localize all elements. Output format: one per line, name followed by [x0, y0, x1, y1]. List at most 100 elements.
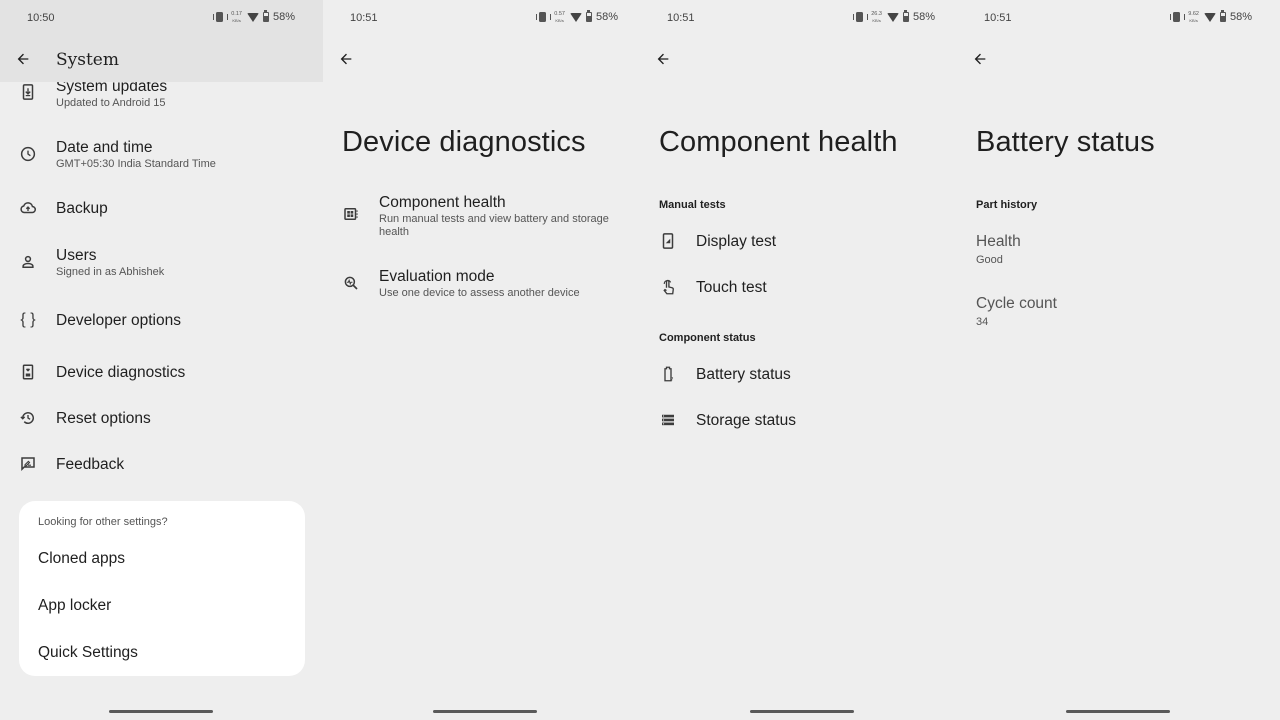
- list-item-system-updates[interactable]: System updates Updated to Android 15: [0, 78, 323, 116]
- status-time: 10:51: [667, 12, 695, 24]
- back-button[interactable]: [12, 48, 34, 70]
- arrow-back-icon: [17, 53, 29, 65]
- status-icons: 26.3 KB/s 58%: [853, 10, 935, 23]
- list-item-date-and-time[interactable]: Date and time GMT+05:30 India Standard T…: [0, 138, 323, 174]
- list-item-title: Device diagnostics: [56, 364, 186, 381]
- battery-icon: [262, 10, 269, 22]
- list-item-title: Battery status: [696, 366, 791, 383]
- list-item-title: Component health: [379, 194, 506, 211]
- other-settings-label: Looking for other settings?: [38, 516, 168, 528]
- battery-percent: 58%: [595, 11, 618, 23]
- svg-text:?: ?: [671, 377, 674, 383]
- gesture-nav-handle[interactable]: [433, 710, 537, 713]
- history-icon: [18, 408, 38, 428]
- health-field: Health Good: [976, 233, 1021, 266]
- system-settings-screen: 10:50 0.17 KB/s 58% System System updates…: [0, 0, 323, 720]
- list-item-title: Developer options: [56, 312, 181, 329]
- status-bar: 10:51 9.62 KB/s 58%: [957, 0, 1280, 36]
- list-item-users[interactable]: Users Signed in as Abhishek: [0, 246, 323, 282]
- page-title: System: [56, 50, 119, 70]
- network-speed: 9.62 KB/s: [1188, 10, 1199, 23]
- arrow-back-icon: [340, 53, 352, 65]
- system-update-icon: [18, 82, 38, 102]
- net-speed-value: 9.62: [1188, 10, 1199, 17]
- network-speed: 0.57 KB/s: [554, 10, 565, 23]
- back-button[interactable]: [335, 48, 357, 70]
- net-speed-unit: KB/s: [872, 17, 881, 23]
- vibrate-icon: [536, 12, 552, 22]
- list-item-backup[interactable]: Backup: [0, 198, 323, 220]
- battery-icon: [1219, 10, 1226, 22]
- status-bar: 10:50 0.17 KB/s 58%: [0, 0, 323, 36]
- display-test-icon: [658, 231, 678, 251]
- list-item-display-test[interactable]: Display test: [640, 231, 957, 253]
- list-item-battery-status[interactable]: ? Battery status: [640, 364, 957, 386]
- list-item-subtitle: Run manual tests and view battery and st…: [379, 213, 609, 238]
- list-item-subtitle: Signed in as Abhishek: [56, 266, 165, 278]
- list-item-title: Feedback: [56, 456, 125, 473]
- arrow-back-icon: [974, 53, 986, 65]
- status-icons: 9.62 KB/s 58%: [1170, 10, 1252, 23]
- vibrate-icon: [1170, 12, 1186, 22]
- status-icons: 0.57 KB/s 58%: [536, 10, 618, 23]
- component-health-screen: 10:51 26.3 KB/s 58% Component health Manu…: [640, 0, 957, 720]
- list-item-title: Date and time: [56, 139, 153, 156]
- feedback-icon: [18, 454, 38, 474]
- list-item-evaluation-mode[interactable]: Evaluation mode Use one device to assess…: [323, 267, 640, 303]
- battery-percent: 58%: [912, 11, 935, 23]
- cycle-count-field: Cycle count 34: [976, 295, 1057, 328]
- list-item-touch-test[interactable]: Touch test: [640, 277, 957, 299]
- status-bar: 10:51 0.57 KB/s 58%: [323, 0, 640, 36]
- list-item-reset-options[interactable]: Reset options: [0, 408, 323, 430]
- list-item-title: Evaluation mode: [379, 268, 495, 285]
- status-time: 10:50: [27, 12, 55, 24]
- app-locker-link[interactable]: App locker: [38, 597, 111, 615]
- section-header-part-history: Part history: [976, 199, 1038, 211]
- list-item-component-health[interactable]: Component health Run manual tests and vi…: [323, 192, 640, 242]
- cycle-count-value: 34: [976, 316, 989, 328]
- gesture-nav-handle[interactable]: [1066, 710, 1170, 713]
- braces-icon: { }: [20, 311, 36, 328]
- net-speed-value: 0.57: [554, 10, 565, 17]
- net-speed-value: 26.3: [871, 10, 882, 17]
- list-item-subtitle: Updated to Android 15: [56, 97, 166, 109]
- device-diagnostics-screen: 10:51 0.57 KB/s 58% Device diagnostics Co…: [323, 0, 640, 720]
- list-item-title: Backup: [56, 200, 108, 217]
- battery-status-screen: 10:51 9.62 KB/s 58% Battery status Part h…: [957, 0, 1280, 720]
- evaluation-mode-icon: [341, 273, 361, 293]
- gesture-nav-handle[interactable]: [750, 710, 854, 713]
- storage-status-icon: [658, 410, 678, 430]
- list-item-device-diagnostics[interactable]: Device diagnostics: [0, 362, 323, 384]
- net-speed-unit: KB/s: [555, 17, 564, 23]
- list-item-developer-options[interactable]: { } Developer options: [0, 310, 323, 332]
- wifi-icon: [569, 12, 582, 22]
- battery-icon: [585, 10, 592, 22]
- net-speed-value: 0.17: [231, 10, 242, 17]
- vibrate-icon: [853, 12, 869, 22]
- section-header-manual-tests: Manual tests: [659, 199, 726, 211]
- network-speed: 26.3 KB/s: [871, 10, 882, 23]
- list-item-storage-status[interactable]: Storage status: [640, 410, 957, 432]
- status-time: 10:51: [350, 12, 378, 24]
- list-item-title: Touch test: [696, 279, 767, 296]
- gesture-nav-handle[interactable]: [109, 710, 213, 713]
- back-button[interactable]: [652, 48, 674, 70]
- list-item-title: Users: [56, 247, 97, 264]
- page-title: Device diagnostics: [342, 126, 586, 158]
- battery-status-icon: ?: [658, 364, 678, 384]
- quick-settings-link[interactable]: Quick Settings: [38, 644, 138, 662]
- back-button[interactable]: [969, 48, 991, 70]
- list-item-subtitle: GMT+05:30 India Standard Time: [56, 158, 216, 170]
- status-bar: 10:51 26.3 KB/s 58%: [640, 0, 957, 36]
- health-value: Good: [976, 254, 1003, 266]
- section-header-component-status: Component status: [659, 332, 756, 344]
- person-icon: [18, 252, 38, 272]
- cloned-apps-link[interactable]: Cloned apps: [38, 550, 125, 568]
- component-health-icon: [341, 204, 361, 224]
- status-icons: 0.17 KB/s 58%: [213, 10, 295, 23]
- wifi-icon: [886, 12, 899, 22]
- other-settings-card: Looking for other settings? Cloned apps …: [19, 501, 305, 676]
- battery-icon: [902, 10, 909, 22]
- list-item-feedback[interactable]: Feedback: [0, 454, 323, 476]
- app-bar: 10:50 0.17 KB/s 58% System: [0, 0, 323, 82]
